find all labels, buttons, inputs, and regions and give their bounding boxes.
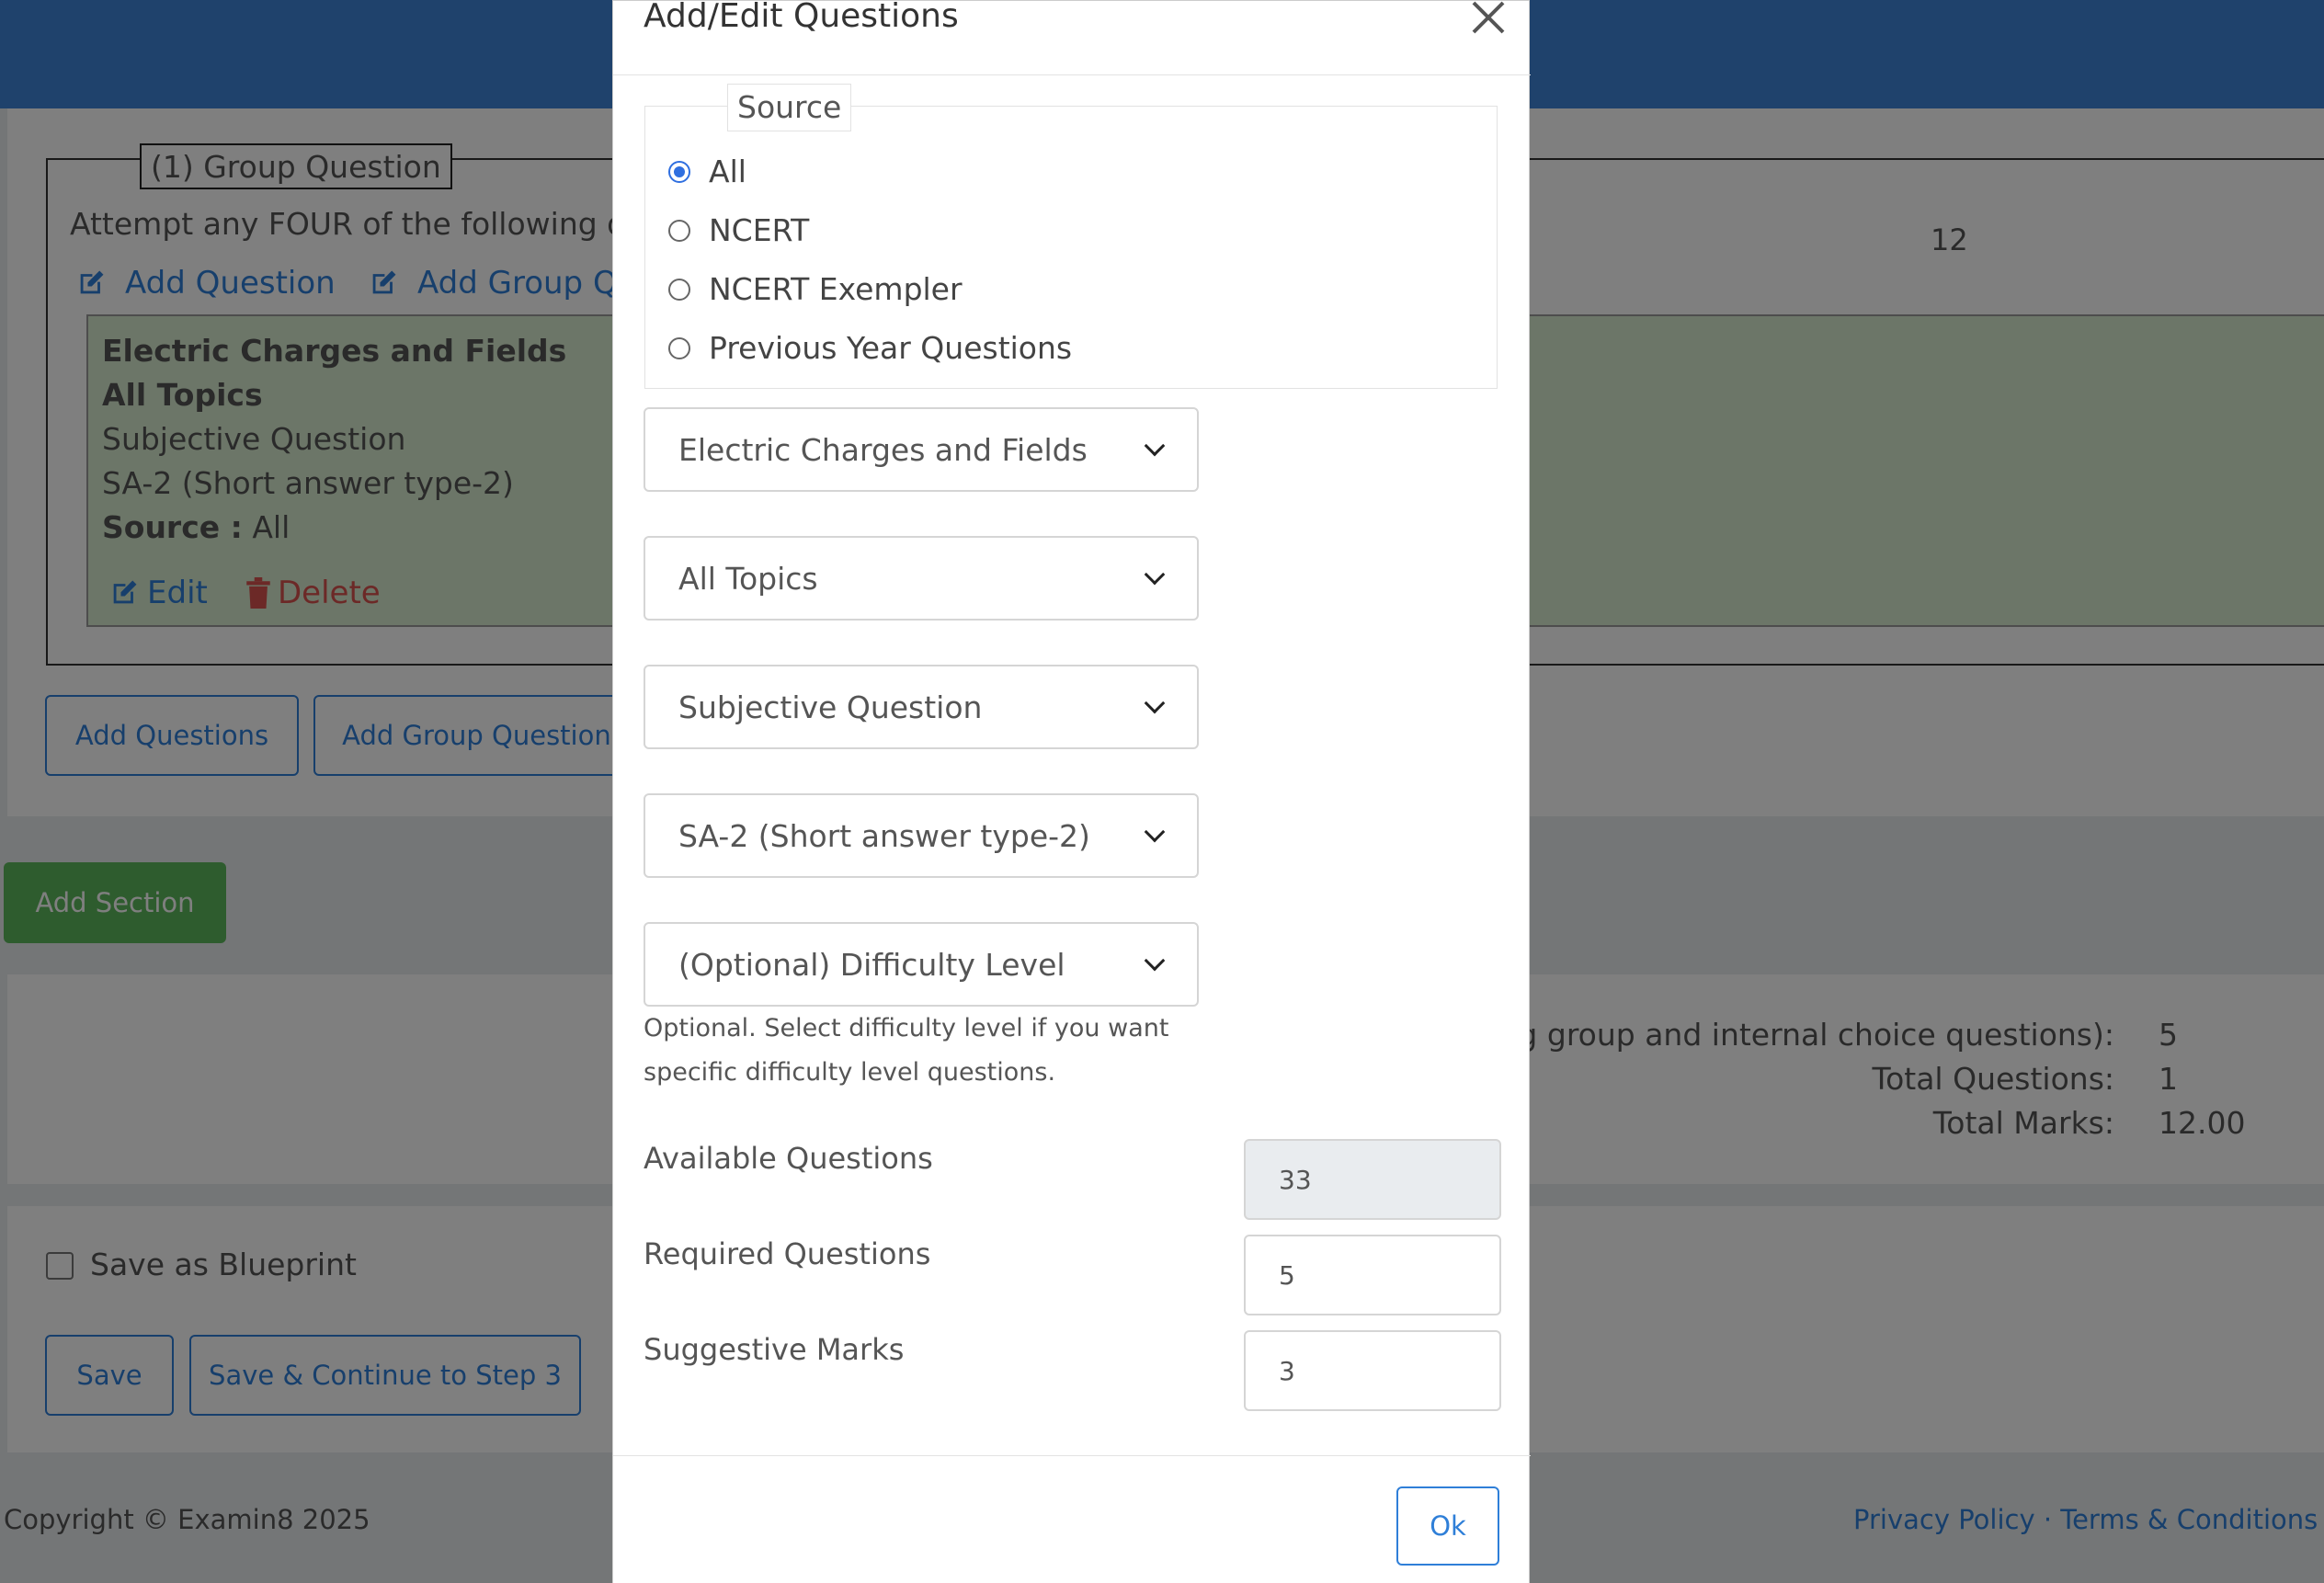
suggestive-marks-label: Suggestive Marks [644, 1332, 905, 1367]
question-type-select-value: Subjective Question [678, 689, 983, 725]
modal-header-divider [613, 74, 1531, 75]
source-option-all[interactable]: All [668, 154, 746, 189]
close-icon[interactable] [1468, 1, 1509, 38]
modal-footer-divider [613, 1455, 1531, 1456]
chevron-down-icon [1144, 950, 1166, 972]
chapter-select[interactable]: Electric Charges and Fields [644, 407, 1199, 492]
source-option-label: NCERT [709, 212, 810, 248]
radio-selected[interactable] [668, 160, 690, 183]
radio-unselected[interactable] [668, 219, 690, 242]
question-subtype-select[interactable]: SA-2 (Short answer type-2) [644, 793, 1199, 878]
required-questions-label: Required Questions [644, 1236, 931, 1271]
topic-select[interactable]: All Topics [644, 536, 1199, 621]
ok-button[interactable]: Ok [1396, 1486, 1499, 1566]
chapter-select-value: Electric Charges and Fields [678, 431, 1088, 468]
topic-select-value: All Topics [678, 560, 818, 597]
required-questions-input[interactable]: 5 [1244, 1235, 1501, 1315]
available-questions-field: 33 [1244, 1139, 1501, 1220]
source-option-previous-year[interactable]: Previous Year Questions [668, 330, 1072, 366]
modal-title: Add/Edit Questions [644, 0, 959, 35]
available-questions-label: Available Questions [644, 1141, 933, 1176]
chevron-down-icon [1144, 821, 1166, 843]
radio-unselected[interactable] [668, 336, 690, 359]
add-edit-questions-modal: Add/Edit Questions Source All NCERT NCER… [612, 0, 1531, 1583]
source-option-label: NCERT Exempler [709, 271, 963, 307]
difficulty-help-text: Optional. Select difficulty level if you… [644, 1014, 1169, 1087]
difficulty-select[interactable]: (Optional) Difficulty Level [644, 922, 1199, 1007]
source-option-ncert-exempler[interactable]: NCERT Exempler [668, 271, 963, 307]
source-legend: Source [727, 84, 852, 131]
source-option-ncert[interactable]: NCERT [668, 212, 809, 248]
chevron-down-icon [1144, 435, 1166, 457]
chevron-down-icon [1144, 692, 1166, 714]
suggestive-marks-input[interactable]: 3 [1244, 1330, 1501, 1411]
chevron-down-icon [1144, 564, 1166, 586]
source-option-label: All [709, 154, 746, 189]
difficulty-select-value: (Optional) Difficulty Level [678, 946, 1065, 983]
question-type-select[interactable]: Subjective Question [644, 665, 1199, 749]
source-option-label: Previous Year Questions [709, 330, 1073, 366]
question-subtype-select-value: SA-2 (Short answer type-2) [678, 817, 1090, 854]
radio-unselected[interactable] [668, 278, 690, 301]
